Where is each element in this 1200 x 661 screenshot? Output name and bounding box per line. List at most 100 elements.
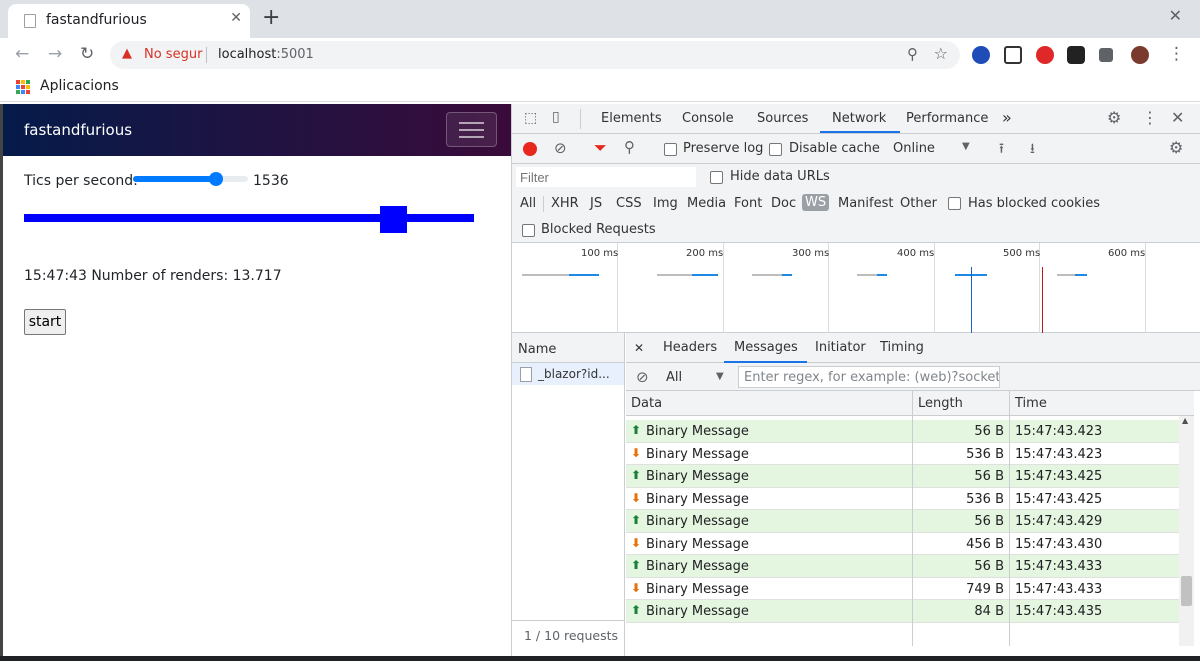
chevron-down-icon: ▼ — [716, 371, 724, 382]
message-row[interactable]: ⬇ Binary Message 749 B 15:47:43.433 — [626, 577, 1179, 600]
close-detail-icon[interactable]: ✕ — [634, 341, 644, 355]
reload-icon[interactable]: ↻ — [80, 44, 94, 64]
scroll-up-icon[interactable]: ▲ — [1182, 416, 1188, 425]
inspect-icon[interactable]: ⬚ — [524, 110, 537, 126]
type-js[interactable]: JS — [590, 196, 602, 211]
name-column-header[interactable]: Name — [512, 333, 624, 363]
close-devtools-icon[interactable]: ✕ — [1171, 108, 1184, 127]
blocked-requests-checkbox[interactable] — [522, 224, 535, 237]
browser-tab[interactable]: fastandfurious ✕ — [8, 4, 250, 38]
message-row[interactable]: ⬆ Binary Message 56 B 15:47:43.425 — [626, 465, 1179, 488]
tab-timing[interactable]: Timing — [880, 340, 924, 355]
message-time: 15:47:43.425 — [1015, 469, 1103, 484]
message-time: 15:47:43.433 — [1015, 559, 1103, 574]
device-toggle-icon[interactable]: ▯ — [552, 109, 560, 125]
type-font[interactable]: Font — [734, 196, 762, 211]
column-time[interactable]: Time — [1015, 396, 1047, 411]
detail-tabbar: ✕ Headers Messages Initiator Timing — [626, 333, 1200, 363]
tab-elements[interactable]: Elements — [601, 111, 662, 126]
hide-data-urls-checkbox[interactable] — [710, 171, 723, 184]
adblock-icon[interactable] — [1036, 46, 1054, 64]
message-length: 56 B — [974, 424, 1004, 439]
back-icon[interactable]: ← — [15, 44, 29, 64]
resource-type-filters: All XHR JS CSS Img Media Font Doc WS Man… — [512, 190, 1200, 217]
messages-scrollbar[interactable]: ▲ — [1179, 416, 1194, 646]
close-tab-icon[interactable]: ✕ — [230, 10, 242, 26]
disable-cache-checkbox[interactable] — [769, 143, 782, 156]
avatar[interactable] — [1131, 46, 1149, 64]
menu-icon[interactable]: ⋮ — [1168, 44, 1185, 64]
tab-messages[interactable]: Messages — [734, 340, 798, 355]
clear-icon[interactable]: ⊘ — [554, 139, 567, 157]
tab-network[interactable]: Network — [832, 111, 886, 126]
export-har-icon[interactable]: ⭳ — [1030, 138, 1035, 162]
message-data: Binary Message — [646, 514, 749, 529]
forward-icon[interactable]: → — [48, 44, 62, 64]
window-close-button[interactable]: ✕ — [1169, 6, 1182, 25]
throttle-select[interactable]: Online — [893, 141, 935, 156]
message-row[interactable]: ⬇ Binary Message 536 B 15:47:43.425 — [626, 487, 1179, 510]
network-settings-icon[interactable]: ⚙ — [1169, 138, 1183, 157]
extension-icon[interactable] — [1004, 46, 1022, 64]
start-button[interactable]: start — [24, 309, 66, 335]
extension-icon[interactable] — [1067, 46, 1085, 64]
settings-gear-icon[interactable]: ⚙ — [1107, 108, 1121, 127]
import-har-icon[interactable]: ⭱ — [999, 138, 1004, 162]
load-marker — [1042, 267, 1043, 333]
extension-icon[interactable] — [972, 46, 990, 64]
record-icon[interactable] — [523, 142, 537, 156]
timeline-bar — [657, 274, 692, 276]
type-ws[interactable]: WS — [802, 194, 830, 211]
tab-initiator[interactable]: Initiator — [815, 340, 866, 355]
timeline-bar — [782, 274, 792, 276]
column-length[interactable]: Length — [918, 396, 963, 411]
url-text[interactable]: localhost:5001 — [218, 47, 314, 62]
navbar-toggler-button[interactable] — [446, 112, 497, 147]
preserve-log-checkbox[interactable] — [664, 143, 677, 156]
tab-performance[interactable]: Performance — [906, 111, 988, 126]
has-blocked-cookies-checkbox[interactable] — [948, 197, 961, 210]
network-overview-timeline[interactable]: 100 ms 200 ms 300 ms 400 ms 500 ms 600 m… — [512, 243, 1200, 333]
regex-filter-input[interactable]: Enter regex, for example: (web)?socket — [738, 366, 1000, 388]
type-img[interactable]: Img — [653, 196, 678, 211]
zoom-icon[interactable]: ⚲ — [907, 45, 918, 63]
request-row[interactable]: _blazor?id... — [512, 363, 624, 385]
column-data[interactable]: Data — [631, 396, 662, 411]
type-css[interactable]: CSS — [616, 196, 642, 211]
tab-sources[interactable]: Sources — [757, 111, 808, 126]
type-doc[interactable]: Doc — [771, 196, 796, 211]
address-bar[interactable]: ▲ No segur localhost:5001 ⚲ ☆ — [110, 41, 960, 69]
security-label[interactable]: No segur — [144, 47, 202, 62]
apps-icon[interactable] — [16, 80, 30, 94]
scrollbar-thumb[interactable] — [1181, 576, 1192, 606]
new-tab-button[interactable]: + — [262, 6, 280, 30]
tab-headers[interactable]: Headers — [663, 340, 717, 355]
tab-console[interactable]: Console — [682, 111, 734, 126]
clear-messages-icon[interactable]: ⊘ — [636, 368, 649, 386]
brand-link[interactable]: fastandfurious — [24, 121, 132, 139]
type-all[interactable]: All — [520, 196, 536, 211]
filter-funnel-icon[interactable]: ⏷ — [594, 138, 607, 158]
message-row[interactable]: ⬆ Binary Message 56 B 15:47:43.433 — [626, 555, 1179, 578]
tics-slider[interactable] — [133, 172, 248, 186]
message-row[interactable]: ⬆ Binary Message 84 B 15:47:43.435 — [626, 600, 1179, 623]
bookmark-star-icon[interactable]: ☆ — [934, 44, 948, 63]
bookmark-apps[interactable]: Aplicacions — [40, 78, 119, 94]
message-row[interactable]: ⬆ Binary Message 56 B 15:47:43.429 — [626, 510, 1179, 533]
slider-thumb[interactable] — [208, 172, 223, 186]
type-other[interactable]: Other — [900, 196, 937, 211]
message-row[interactable]: ⬇ Binary Message 456 B 15:47:43.430 — [626, 532, 1179, 555]
message-row[interactable]: ⬇ Binary Message 536 B 15:47:43.423 — [626, 442, 1179, 465]
more-tabs-icon[interactable]: » — [1002, 108, 1012, 127]
type-xhr[interactable]: XHR — [551, 196, 579, 211]
filter-input[interactable] — [516, 167, 696, 187]
messages-table-header: Data Length Time — [626, 391, 1194, 416]
search-icon[interactable]: ⚲ — [624, 138, 635, 156]
type-media[interactable]: Media — [687, 196, 726, 211]
message-length: 56 B — [974, 559, 1004, 574]
message-row[interactable]: ⬆ Binary Message 56 B 15:47:43.423 — [626, 420, 1179, 443]
message-type-select[interactable]: All — [666, 370, 682, 385]
extensions-puzzle-icon[interactable] — [1099, 48, 1113, 62]
type-manifest[interactable]: Manifest — [838, 196, 893, 211]
more-menu-icon[interactable]: ⋮ — [1142, 108, 1158, 127]
